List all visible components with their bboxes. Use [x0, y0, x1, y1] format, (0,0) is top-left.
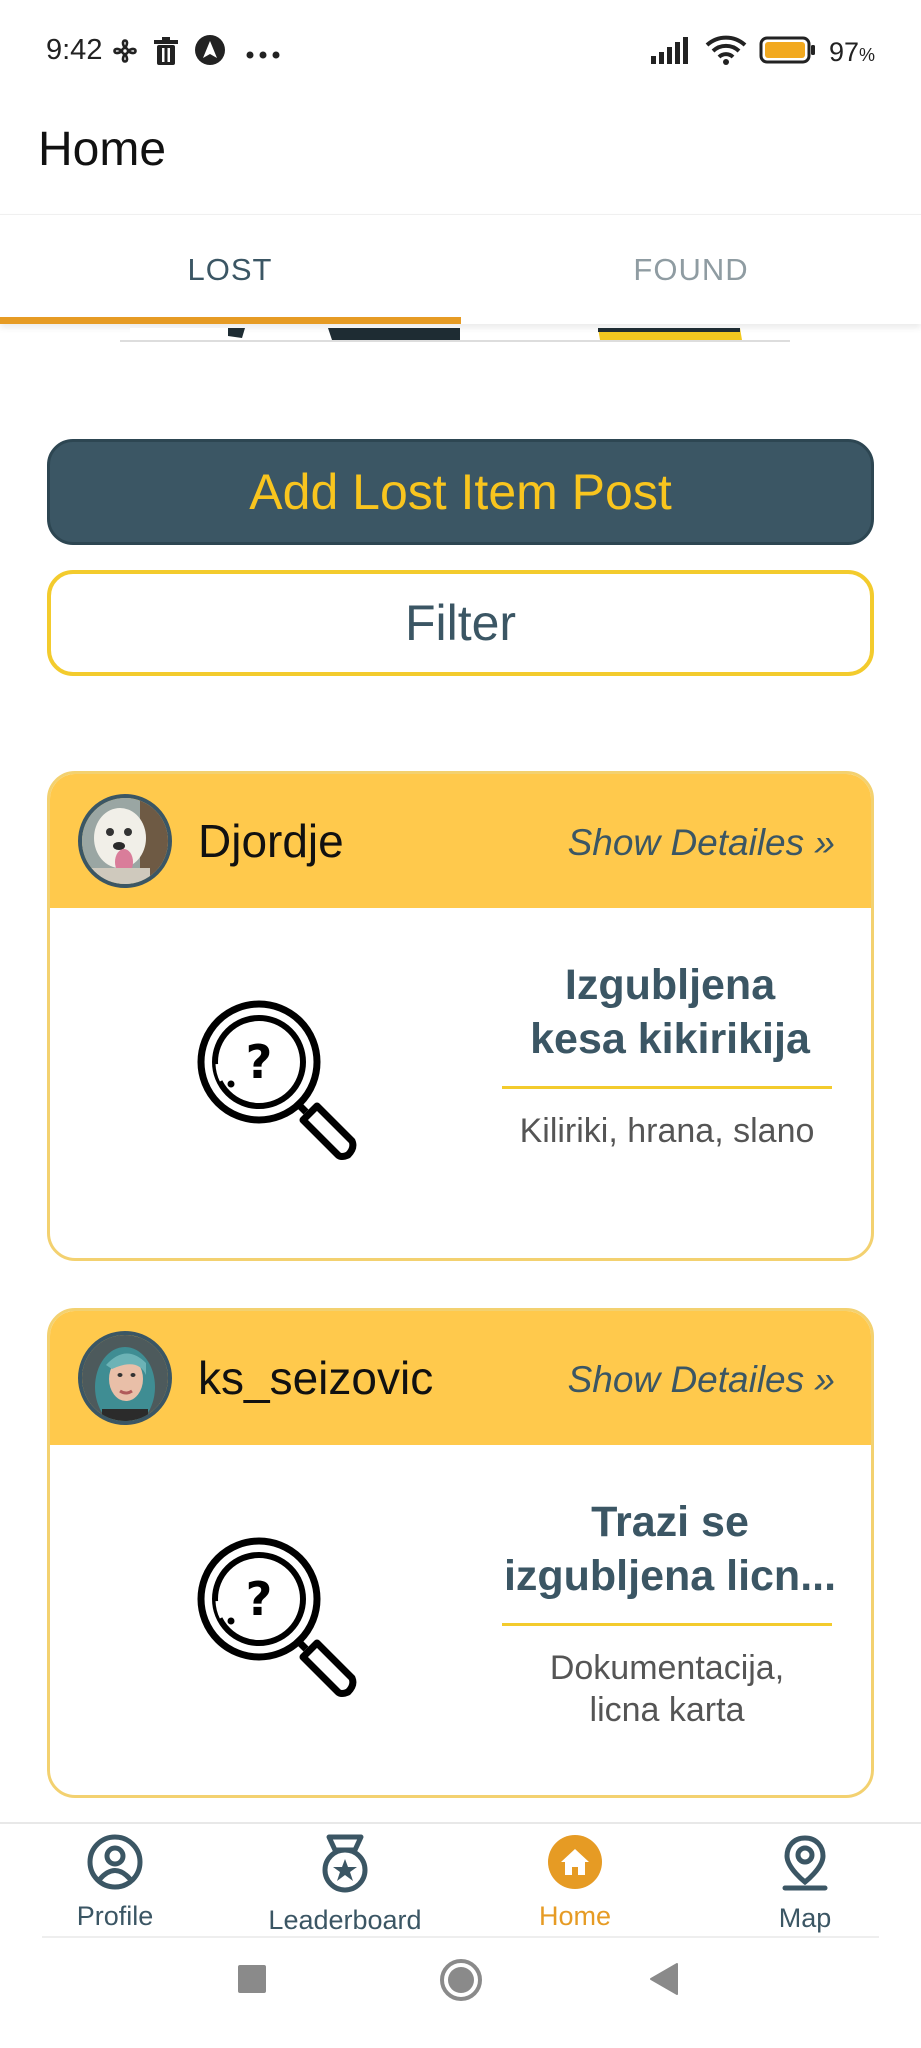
post-divider	[502, 1623, 832, 1626]
post-title: Izgubljena kesa kikirikija	[530, 961, 810, 1063]
home-system-icon[interactable]	[439, 1958, 483, 2007]
app-bar: Home	[0, 104, 921, 212]
status-bar: 9:42 97%	[0, 0, 921, 104]
nav-label: Profile	[76, 1901, 154, 1931]
add-lost-item-button[interactable]: Add Lost Item Post	[47, 439, 874, 545]
recents-icon[interactable]	[237, 1964, 267, 1999]
nav-profile[interactable]: Profile	[0, 1834, 230, 1932]
bottom-navigation: Profile Leaderboard Home Map	[0, 1822, 921, 1938]
status-right: 97%	[650, 34, 875, 71]
avatar[interactable]	[78, 1331, 172, 1425]
search-question-icon: ?	[195, 998, 365, 1173]
trash-icon	[153, 36, 179, 71]
home-icon	[547, 1835, 603, 1894]
svg-text:?: ?	[246, 1035, 273, 1089]
wifi-icon	[705, 34, 747, 71]
battery-percent: 97%	[828, 37, 875, 67]
tab-indicator	[0, 317, 461, 324]
nav-label: Map	[778, 1903, 832, 1933]
tab-lost[interactable]: LOST	[0, 215, 460, 325]
back-icon[interactable]	[649, 1962, 679, 2001]
username[interactable]: ks_seizovic	[198, 1351, 433, 1405]
username[interactable]: Djordje	[198, 814, 344, 868]
nav-home[interactable]: Home	[460, 1834, 690, 1932]
post-card[interactable]: ks_seizovic Show Detailes » ? Trazi se i…	[47, 1308, 874, 1798]
fan-icon	[110, 36, 140, 71]
post-divider	[502, 1086, 832, 1089]
tab-bar: LOST FOUND	[0, 214, 921, 324]
show-details-link[interactable]: Show Detailes »	[568, 822, 835, 864]
status-time: 9:42	[46, 34, 103, 66]
show-details-link[interactable]: Show Detailes »	[568, 1359, 835, 1401]
nav-leaderboard[interactable]: Leaderboard	[230, 1834, 460, 1936]
nav-divider	[42, 1936, 879, 1938]
svg-text:?: ?	[246, 1572, 273, 1626]
page-title: Home	[38, 123, 167, 176]
map-pin-icon	[777, 1835, 833, 1896]
post-tags: Kiliriki, hrana, slano	[519, 1112, 815, 1150]
medal-icon	[317, 1834, 373, 1898]
search-question-icon: ?	[195, 1535, 365, 1710]
signal-icon	[650, 36, 693, 69]
filter-button[interactable]: Filter	[47, 570, 874, 676]
post-tags: Dokumentacija, licna karta	[549, 1649, 785, 1729]
system-navigation-bar	[0, 1940, 921, 2048]
avatar[interactable]	[78, 794, 172, 888]
profile-icon	[87, 1834, 143, 1894]
more-icon	[246, 46, 280, 64]
nav-label: Home	[538, 1901, 612, 1931]
post-card[interactable]: Djordje Show Detailes » ? Izgubljena kes…	[47, 771, 874, 1261]
tab-found[interactable]: FOUND	[461, 215, 921, 325]
navigation-icon	[194, 34, 226, 71]
nav-map[interactable]: Map	[690, 1834, 920, 1934]
post-card-header: ks_seizovic Show Detailes »	[50, 1311, 871, 1445]
nav-label: Leaderboard	[268, 1905, 422, 1935]
post-title: Trazi se izgubljena licn...	[503, 1498, 837, 1600]
post-card-header: Djordje Show Detailes »	[50, 774, 871, 908]
battery-icon	[759, 36, 817, 69]
scrolled-content-fragment	[120, 328, 790, 342]
